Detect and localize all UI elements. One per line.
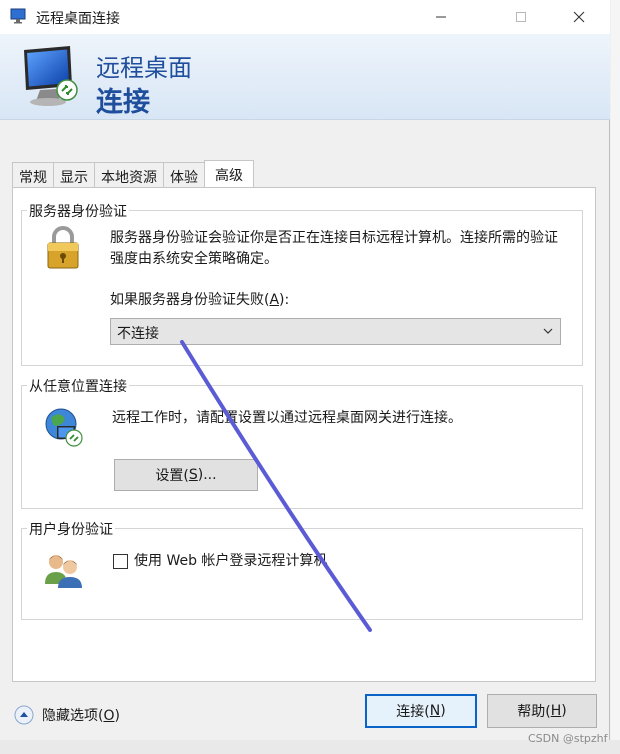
hide-options-label: 隐藏选项(O)	[42, 708, 120, 724]
web-account-checkbox[interactable]	[113, 554, 128, 569]
connect-anywhere-group-label: 从任意位置连接	[27, 376, 129, 396]
chevron-down-icon	[543, 328, 553, 334]
remote-desktop-window: 远程桌面连接 远程桌面 连接 常规 显示 本地资源 体验 高级 服务器身份验证 …	[0, 0, 610, 740]
auth-failure-selected-value: 不连接	[117, 326, 159, 342]
remote-desktop-app-icon	[10, 8, 26, 24]
header-banner: 远程桌面 连接	[0, 34, 610, 120]
tab-advanced[interactable]: 高级	[204, 160, 254, 188]
background-bottom-strip	[0, 740, 620, 754]
user-auth-group-label: 用户身份验证	[27, 519, 115, 539]
minimize-icon	[436, 16, 446, 18]
close-button[interactable]	[556, 0, 602, 34]
remote-desktop-monitor-icon	[24, 46, 78, 106]
watermark: CSDN @stpzhf	[528, 732, 608, 745]
user-auth-group	[21, 528, 583, 620]
minimize-button[interactable]	[418, 0, 464, 34]
close-icon	[573, 11, 585, 23]
connect-button[interactable]: 连接(N)	[365, 694, 477, 728]
maximize-icon	[516, 12, 526, 22]
gateway-globe-icon	[45, 408, 83, 447]
window-title: 远程桌面连接	[36, 11, 120, 27]
tab-display[interactable]: 显示	[53, 162, 95, 188]
banner-title-line1: 远程桌面	[96, 54, 192, 82]
tab-local-resources[interactable]: 本地资源	[94, 162, 164, 188]
server-auth-group-label: 服务器身份验证	[27, 201, 129, 221]
maximize-button[interactable]	[498, 0, 544, 34]
lock-icon	[47, 226, 79, 269]
background-window-edge	[611, 0, 620, 754]
banner-title-line2: 连接	[96, 87, 150, 118]
auth-failure-label: 如果服务器身份验证失败(A):	[110, 292, 290, 308]
gateway-settings-button[interactable]: 设置(S)...	[114, 459, 258, 491]
chevron-up-circle-icon	[14, 705, 34, 725]
hide-options-toggle[interactable]: 隐藏选项(O)	[14, 705, 120, 725]
connect-anywhere-description: 远程工作时，请配置设置以通过远程桌面网关进行连接。	[112, 410, 462, 426]
help-button[interactable]: 帮助(H)	[487, 694, 597, 728]
title-bar[interactable]: 远程桌面连接	[0, 0, 610, 34]
users-icon	[45, 555, 82, 588]
advanced-tab-panel: 服务器身份验证 服务器身份验证会验证你是否正在连接目标远程计算机。连接所需的验证…	[12, 187, 596, 682]
tab-strip: 常规 显示 本地资源 体验 高级	[12, 160, 254, 188]
auth-failure-select[interactable]: 不连接	[110, 318, 561, 345]
web-account-checkbox-label[interactable]: 使用 Web 帐户登录远程计算机	[134, 550, 327, 570]
server-auth-description: 服务器身份验证会验证你是否正在连接目标远程计算机。连接所需的验证强度由系统安全策…	[110, 230, 558, 267]
tab-experience[interactable]: 体验	[163, 162, 205, 188]
connect-anywhere-group	[21, 385, 583, 509]
tab-general[interactable]: 常规	[12, 162, 54, 188]
